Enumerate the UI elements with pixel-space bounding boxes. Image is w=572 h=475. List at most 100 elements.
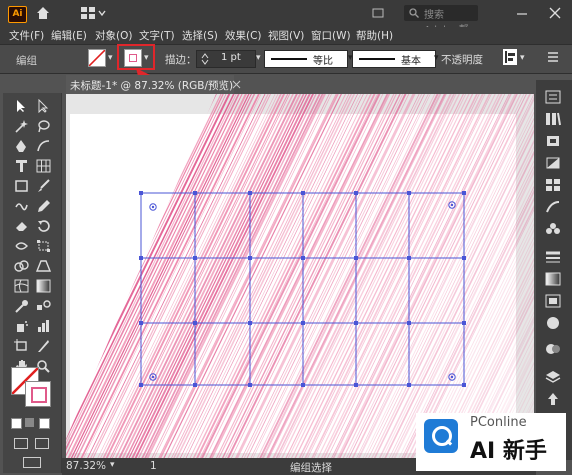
type-icon[interactable] xyxy=(14,159,29,173)
blend-icon[interactable] xyxy=(36,299,51,313)
profile-label: 等比 xyxy=(313,56,333,67)
pen-icon[interactable] xyxy=(14,139,29,153)
grid-tool-icon[interactable] xyxy=(36,159,51,173)
magic-wand-icon[interactable] xyxy=(14,119,29,133)
transparency-icon[interactable] xyxy=(545,294,561,308)
graphic-styles-icon[interactable] xyxy=(545,342,561,356)
anchor-point xyxy=(193,321,197,325)
gradient-mode-button[interactable] xyxy=(25,418,34,427)
eraser-icon[interactable] xyxy=(14,219,29,233)
libraries-icon[interactable] xyxy=(545,112,561,126)
rotate-icon[interactable] xyxy=(36,219,51,233)
search-input[interactable]: 搜索 Adobe 帮助 xyxy=(404,5,478,51)
opacity-label[interactable]: 不透明度 xyxy=(441,52,483,67)
menu-bar: 文件(F) 编辑(E) 对象(O) 文字(T) 选择(S) 效果(C) 视图(V… xyxy=(0,27,572,44)
swatches-icon[interactable] xyxy=(545,178,561,192)
chevron-down-icon[interactable]: ▾ xyxy=(110,460,115,470)
eyedropper-icon[interactable] xyxy=(14,299,29,313)
asset-export-icon[interactable] xyxy=(545,392,561,406)
workspace-icon[interactable] xyxy=(80,6,106,20)
width-icon[interactable] xyxy=(14,239,29,253)
artboard-icon[interactable] xyxy=(14,339,29,353)
properties-icon[interactable] xyxy=(545,90,561,104)
none-mode-button[interactable] xyxy=(39,418,50,429)
anchor-point xyxy=(354,191,358,195)
corner-widget-dot xyxy=(151,375,155,379)
symbol-sprayer-icon[interactable] xyxy=(14,319,29,333)
selection-label: 编组 xyxy=(16,55,37,67)
color-mode-button[interactable] xyxy=(11,418,22,429)
screen-mode-icon[interactable] xyxy=(35,438,49,449)
perspective-icon[interactable] xyxy=(36,259,51,273)
anchor-point xyxy=(407,191,411,195)
stepper-icon[interactable] xyxy=(201,53,209,65)
draw-mode-icon[interactable] xyxy=(14,438,28,449)
hatch-line xyxy=(66,94,222,458)
align-icon[interactable] xyxy=(503,49,517,65)
artwork[interactable] xyxy=(66,94,534,458)
edit-toolbar-icon[interactable] xyxy=(23,457,41,468)
anchor-point xyxy=(248,191,252,195)
menu-type[interactable]: 文字(T) xyxy=(139,28,175,43)
anchor-point xyxy=(301,191,305,195)
gradient-icon[interactable] xyxy=(36,279,51,293)
menu-icon[interactable] xyxy=(546,50,560,64)
brush-icon[interactable] xyxy=(36,179,51,193)
close-tab-icon[interactable] xyxy=(232,80,241,89)
zoom-level[interactable]: 87.32% xyxy=(66,460,106,472)
mesh-icon[interactable] xyxy=(14,279,29,293)
chevron-down-icon[interactable]: ▾ xyxy=(434,53,439,63)
window-icon[interactable] xyxy=(372,7,384,19)
menu-help[interactable]: 帮助(H) xyxy=(356,28,393,43)
anchor-point xyxy=(193,191,197,195)
stroke-color-widget[interactable] xyxy=(25,381,51,407)
free-transform-icon[interactable] xyxy=(36,239,51,253)
none-fill-icon xyxy=(89,50,105,66)
graph-icon[interactable] xyxy=(36,319,51,333)
menu-select[interactable]: 选择(S) xyxy=(182,28,218,43)
shaper-icon[interactable] xyxy=(14,199,29,213)
menu-edit[interactable]: 编辑(E) xyxy=(51,28,87,43)
document-tab[interactable]: 未标题-1* @ 87.32% (RGB/预览) xyxy=(66,75,234,94)
color-icon[interactable] xyxy=(545,134,561,148)
chevron-down-icon[interactable]: ▾ xyxy=(256,53,261,63)
curvature-icon[interactable] xyxy=(36,139,51,153)
variable-width-profile[interactable]: 等比 xyxy=(264,50,348,68)
anchor-point xyxy=(139,321,143,325)
layers-icon[interactable] xyxy=(545,370,561,384)
corner-widget-dot xyxy=(450,203,454,207)
menu-view[interactable]: 视图(V) xyxy=(268,28,304,43)
anchor-point xyxy=(407,321,411,325)
stroke-weight-field[interactable]: 1 pt xyxy=(196,50,256,68)
lasso-icon[interactable] xyxy=(36,119,51,133)
artboard-number[interactable]: 1 xyxy=(150,460,157,472)
chevron-down-icon[interactable]: ▾ xyxy=(520,53,525,63)
brush-definition[interactable]: 基本 xyxy=(352,50,436,68)
minimize-icon[interactable] xyxy=(516,6,528,20)
color-guide-icon[interactable] xyxy=(545,156,561,170)
selection-tool-icon[interactable] xyxy=(14,99,29,113)
symbols-icon[interactable] xyxy=(545,222,561,236)
slice-icon[interactable] xyxy=(36,339,51,353)
chevron-down-icon[interactable]: ▾ xyxy=(108,53,113,63)
stroke-icon[interactable] xyxy=(545,250,561,264)
app-logo: Ai xyxy=(8,6,27,23)
corner-widget-dot xyxy=(450,375,454,379)
menu-file[interactable]: 文件(F) xyxy=(9,28,44,43)
rectangle-icon[interactable] xyxy=(14,179,29,193)
gradient-panel-icon[interactable] xyxy=(545,272,561,286)
brushes-icon[interactable] xyxy=(545,200,561,214)
direct-selection-tool-icon[interactable] xyxy=(36,99,51,113)
pencil-icon[interactable] xyxy=(36,199,51,213)
anchor-point xyxy=(462,321,466,325)
shape-builder-icon[interactable] xyxy=(14,259,29,273)
home-icon[interactable] xyxy=(36,6,50,20)
fill-swatch[interactable] xyxy=(88,49,106,67)
close-icon[interactable] xyxy=(548,6,562,20)
anchor-point xyxy=(139,191,143,195)
menu-window[interactable]: 窗口(W) xyxy=(311,28,351,43)
menu-effect[interactable]: 效果(C) xyxy=(225,28,262,43)
appearance-icon[interactable] xyxy=(545,316,561,330)
menu-object[interactable]: 对象(O) xyxy=(95,28,132,43)
corner-widget-dot xyxy=(151,205,155,209)
